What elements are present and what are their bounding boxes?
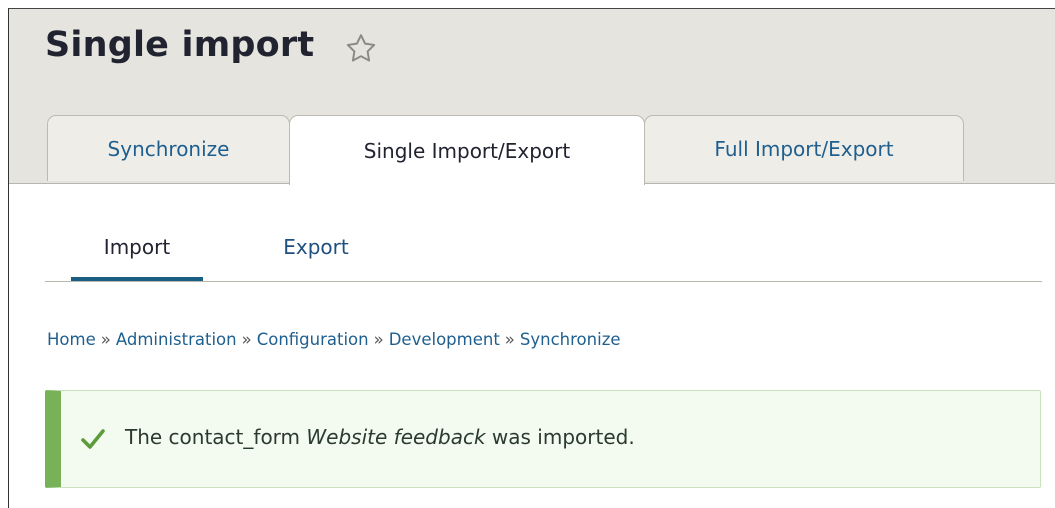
page-frame: Single import Synchronize Single Import/… [8, 8, 1055, 508]
breadcrumb-separator: » [241, 330, 252, 349]
tab-synchronize[interactable]: Synchronize [47, 115, 290, 181]
subtab-label: Export [283, 235, 349, 259]
subtab-import[interactable]: Import [71, 231, 203, 281]
tab-full-import-export[interactable]: Full Import/Export [644, 115, 964, 181]
message-suffix: was imported. [485, 425, 635, 449]
breadcrumb-synchronize[interactable]: Synchronize [520, 330, 621, 349]
breadcrumb-separator: » [373, 330, 384, 349]
secondary-tabs: Import Export [45, 231, 1042, 282]
breadcrumb-configuration[interactable]: Configuration [257, 330, 369, 349]
tab-label: Single Import/Export [363, 138, 571, 163]
breadcrumb: Home» Administration» Configuration» Develo… [47, 330, 621, 349]
subtab-export[interactable]: Export [273, 231, 359, 277]
breadcrumb-development[interactable]: Development [389, 330, 500, 349]
breadcrumb-home[interactable]: Home [47, 330, 96, 349]
primary-tabs: Synchronize Single Import/Export Full Im… [47, 115, 1047, 185]
tab-single-import-export[interactable]: Single Import/Export [289, 115, 645, 185]
status-message: The contact_form Website feedback was im… [45, 390, 1041, 488]
message-config-name: Website feedback [306, 425, 486, 449]
tab-label: Synchronize [107, 136, 230, 161]
star-icon[interactable] [343, 31, 379, 67]
checkmark-icon [81, 429, 105, 449]
breadcrumb-separator: » [504, 330, 515, 349]
breadcrumb-separator: » [100, 330, 111, 349]
page-header: Single import Synchronize Single Import/… [9, 9, 1055, 185]
subtab-label: Import [103, 235, 171, 259]
tab-label: Full Import/Export [714, 136, 894, 161]
message-prefix: The contact_form [125, 425, 307, 449]
breadcrumb-administration[interactable]: Administration [116, 330, 237, 349]
page-title: Single import [45, 25, 315, 65]
status-message-text: The contact_form Website feedback was im… [125, 425, 635, 449]
